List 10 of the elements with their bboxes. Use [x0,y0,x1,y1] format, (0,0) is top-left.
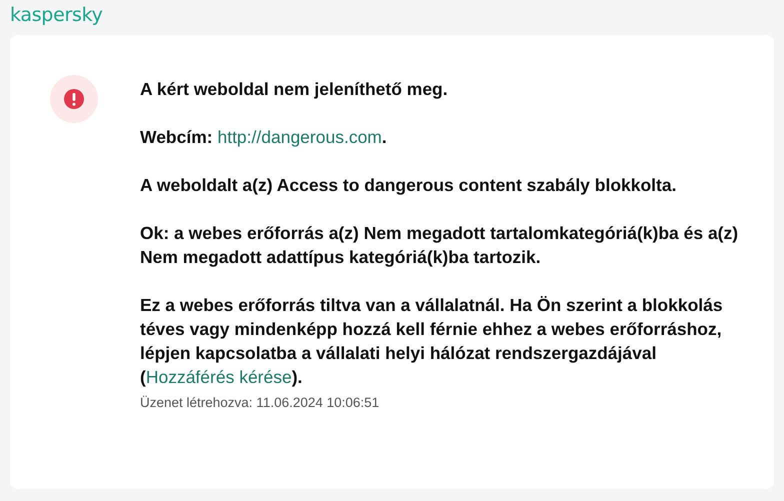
link[interactable]: Hozzáférés kérése [146,367,292,387]
message-paragraph: Ez a webes erőforrás tiltva van a vállalatnál. Ha Ön szerint a blokkolás téves vagy mindenképp hozzá kell férnie ehhez a webes erőforráshoz, lépjen kapcsolatba a vállalati helyi hálózat rendszergazdájával (Hozzáférés kérése). [140,294,724,389]
message-title: A kért weboldal nem jeleníthető meg. [140,78,449,101]
timestamp: Üzenet létrehozva: 11.06.2024 10:06:51 [140,394,380,412]
message-paragraph: Ok: a webes erőforrás a(z) Nem megadott tartalomkategóriá(k)ba és a(z) Nem megadott adattípus kategóriá(k)ba tartozik. [140,222,740,269]
error-icon [50,75,98,123]
message-paragraph: Webcím: http://dangerous.com. [140,126,388,149]
link[interactable]: http://dangerous.com [217,127,382,147]
logo: kaspersky [10,4,103,26]
message-paragraph: A weboldalt a(z) Access to dangerous content szabály blokkolta. [140,174,678,197]
